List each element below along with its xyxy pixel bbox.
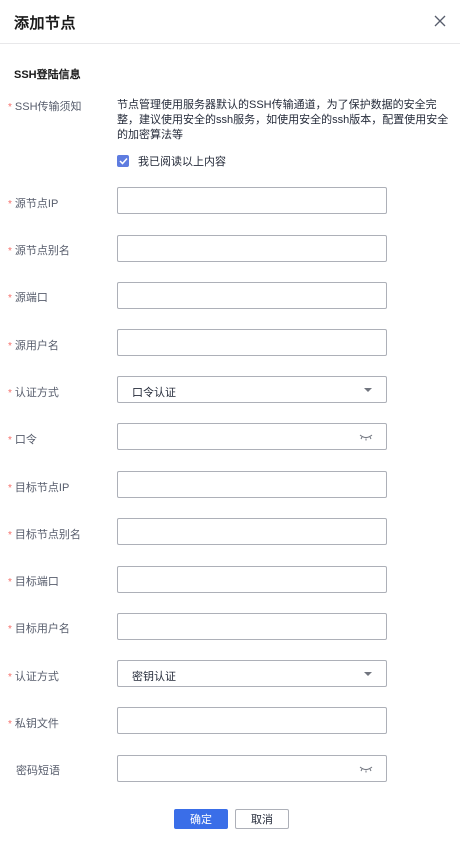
eye-closed-icon[interactable] [359,764,373,774]
passphrase-label: 密码短语 [16,765,60,777]
chevron-down-icon [364,672,372,676]
target-user-label: * 目标用户名 [8,623,70,635]
chevron-down-icon [364,388,372,392]
dialog-header: 添加节点 [0,0,460,44]
cancel-button[interactable]: 取消 [235,809,289,829]
target-ip-input[interactable] [117,471,387,498]
private-key-label: * 私钥文件 [8,718,59,730]
source-alias-label: * 源节点别名 [8,245,70,257]
checkbox-checked-icon[interactable] [117,155,129,167]
dialog-title: 添加节点 [14,15,77,32]
target-auth-value: 密钥认证 [132,671,176,683]
read-confirm-checkbox[interactable]: 我已阅读以上内容 [117,154,226,168]
target-port-input[interactable] [117,566,387,593]
source-user-label: * 源用户名 [8,340,59,352]
password-label: * 口令 [8,434,37,446]
private-key-input[interactable] [117,707,387,734]
passphrase-input[interactable] [117,755,387,782]
close-icon[interactable] [433,14,447,28]
target-port-label: * 目标端口 [8,576,59,588]
source-auth-label: * 认证方式 [8,387,59,399]
target-alias-input[interactable] [117,518,387,545]
add-node-dialog: 添加节点 SSH登陆信息 * SSH传输须知 节点管理使用服务器默认的SSH传输通… [0,0,460,845]
password-input[interactable] [117,423,387,450]
source-user-input[interactable] [117,329,387,356]
source-ip-label: * 源节点IP [8,198,59,210]
target-ip-label: * 目标节点IP [8,482,70,494]
source-port-label: * 源端口 [8,292,48,304]
target-auth-label: * 认证方式 [8,671,59,683]
eye-closed-icon[interactable] [359,432,373,442]
ssh-notice-label: * SSH传输须知 [8,101,82,113]
ssh-notice-text: 节点管理使用服务器默认的SSH传输通道，为了保护数据的安全完整，建议使用安全的s… [117,99,449,141]
section-title: SSH登陆信息 [14,69,81,81]
source-port-input[interactable] [117,282,387,309]
target-user-input[interactable] [117,613,387,640]
source-auth-select[interactable]: 口令认证 [117,376,387,403]
confirm-button[interactable]: 确定 [174,809,228,829]
source-auth-value: 口令认证 [132,387,176,399]
required-mark: * [8,102,12,113]
checkbox-label: 我已阅读以上内容 [138,156,226,168]
source-alias-input[interactable] [117,235,387,262]
target-auth-select[interactable]: 密钥认证 [117,660,387,687]
source-ip-input[interactable] [117,187,387,214]
target-alias-label: * 目标节点别名 [8,529,81,541]
